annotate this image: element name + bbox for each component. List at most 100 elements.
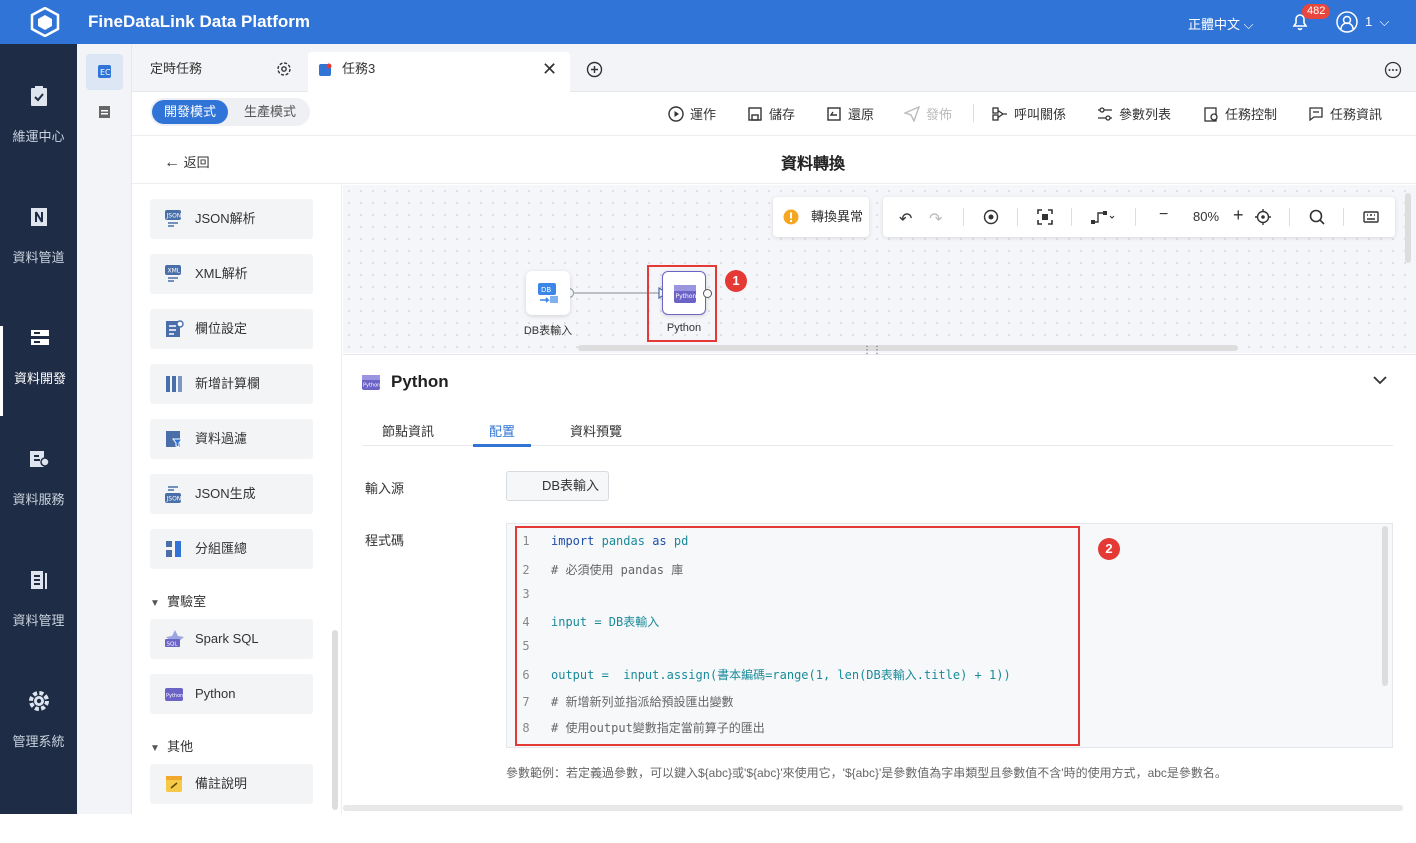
palette-group-other[interactable]: ▼ 其他	[150, 736, 193, 755]
param-list-button[interactable]: 參數列表	[1097, 104, 1171, 123]
nav-label: 管理系統	[12, 734, 65, 749]
active-tab-indicator	[473, 444, 531, 447]
palette-label: JSON生成	[195, 486, 256, 501]
task-info-button[interactable]: 任務資訊	[1308, 104, 1382, 123]
palette-item-spark-sql[interactable]: SQL Spark SQL	[150, 619, 313, 659]
tab-bar: 定時任務 任務3 ✕	[132, 44, 1416, 92]
control-label: 任務控制	[1225, 107, 1278, 122]
chevron-down-icon: ⌵	[1379, 14, 1390, 29]
palette-item-xml-parse[interactable]: XML XML解析	[150, 254, 313, 294]
nav-item-service[interactable]: 資料服務	[0, 447, 77, 537]
palette-label: 新增計算欄	[195, 376, 261, 391]
task-control-icon	[1204, 107, 1218, 122]
palette-item-group-summary[interactable]: 分組匯總	[150, 529, 313, 569]
editor-scrollbar[interactable]	[1382, 526, 1388, 686]
nav-item-pipeline[interactable]: 資料管道	[0, 205, 77, 295]
sub-sidebar: EC	[77, 44, 132, 814]
revert-icon	[827, 107, 841, 121]
svg-text:Python: Python	[363, 383, 380, 389]
revert-label: 還原	[848, 107, 875, 122]
palette-group-lab[interactable]: ▼ 實驗室	[150, 591, 206, 610]
tab-scheduled-task[interactable]: 定時任務	[132, 52, 304, 92]
language-label: 正體中文	[1188, 17, 1241, 32]
avatar-icon[interactable]	[1336, 11, 1358, 33]
left-nav: 維運中心 資料管道 資料開發 資料服務 資料管理 管理系統 »	[0, 44, 108, 842]
palette-label: Spark SQL	[195, 631, 259, 646]
call-label: 呼叫關係	[1014, 107, 1067, 122]
prod-mode-button[interactable]: 生產模式	[234, 100, 306, 124]
canvas-h-scrollbar[interactable]	[578, 345, 1238, 351]
api-icon	[29, 451, 50, 467]
server-icon	[31, 330, 49, 345]
svg-text:XML: XML	[168, 268, 181, 275]
run-label: 運作	[690, 107, 717, 122]
add-tab-icon[interactable]	[586, 61, 603, 78]
call-relation-button[interactable]: 呼叫關係	[992, 104, 1066, 123]
nav-item-manage-data[interactable]: 資料管理	[0, 568, 77, 658]
relation-icon	[992, 107, 1007, 121]
revert-button[interactable]: 還原	[826, 104, 874, 123]
more-icon[interactable]	[1384, 61, 1402, 79]
tab-data-preview[interactable]: 資料預覽	[570, 421, 622, 440]
settings-icon[interactable]	[276, 61, 292, 77]
palette-item-add-calc-column[interactable]: 新增計算欄	[150, 364, 313, 404]
task-list-icon-button[interactable]: EC	[86, 54, 123, 90]
info-label: 任務資訊	[1330, 107, 1383, 122]
task-control-button[interactable]: 任務控制	[1203, 104, 1277, 123]
gear-icon	[28, 691, 49, 711]
publish-button[interactable]: 發佈	[903, 104, 952, 123]
nav-item-ops[interactable]: 維運中心	[0, 84, 77, 174]
flow-canvas[interactable]: 轉換異常 ↶ ↷ − 80% + DB DB表輸入 Python Python …	[343, 185, 1416, 356]
config-panel: Python Python 節點資訊 配置 資料預覽 輸入源 DB表輸入 程式碼…	[343, 354, 1416, 814]
language-selector[interactable]: 正體中文 ⌵	[1188, 14, 1254, 33]
operator-palette: JSON JSON解析 XML XML解析 欄位設定 新增計算欄 資料過濾 JSON…	[132, 185, 342, 814]
highlight-box	[515, 526, 1080, 746]
panel-title: Python	[391, 372, 449, 391]
canvas-v-scrollbar[interactable]	[1405, 193, 1411, 263]
clipboard-icon[interactable]	[97, 104, 112, 119]
nav-item-dev[interactable]: 資料開發	[0, 326, 77, 416]
user-menu[interactable]: 1 ⌵	[1365, 14, 1389, 30]
save-label: 儲存	[769, 107, 796, 122]
input-source-label: 輸入源	[365, 481, 405, 496]
tab-config[interactable]: 配置	[489, 421, 515, 440]
chevron-down-icon[interactable]	[1373, 375, 1387, 385]
collapse-nav-button[interactable]: »	[98, 822, 108, 843]
tab-node-info[interactable]: 節點資訊	[382, 421, 434, 440]
dev-mode-button[interactable]: 開發模式	[152, 100, 228, 124]
palette-label: 分組匯總	[195, 541, 248, 556]
clipboard-check-icon	[30, 86, 47, 106]
palette-item-json-parse[interactable]: JSON JSON解析	[150, 199, 313, 239]
save-button[interactable]: 儲存	[747, 104, 795, 123]
run-button[interactable]: 運作	[668, 104, 716, 123]
tab-task3[interactable]: 任務3 ✕	[308, 52, 570, 92]
panel-h-scrollbar[interactable]	[343, 805, 1403, 811]
filter-icon	[166, 431, 183, 448]
palette-item-field-settings[interactable]: 欄位設定	[150, 309, 313, 349]
node-label: DB表輸入	[523, 325, 573, 337]
palette-label: 資料過濾	[195, 431, 248, 446]
palette-item-json-generate[interactable]: JSON JSON生成	[150, 474, 313, 514]
group-summary-icon	[166, 541, 181, 557]
palette-item-note[interactable]: 備註說明	[150, 764, 313, 804]
top-bar: FineDataLink Data Platform 正體中文 ⌵ 482 1 …	[0, 0, 1416, 44]
svg-text:SQL: SQL	[167, 642, 179, 648]
nav-label: 資料服務	[12, 492, 65, 507]
palette-label: Python	[195, 686, 236, 701]
pipeline-icon	[30, 208, 47, 226]
palette-item-python[interactable]: Python Python	[150, 674, 313, 714]
close-icon[interactable]: ✕	[542, 52, 557, 86]
json-parse-icon: JSON	[165, 210, 181, 227]
marker-2: 2	[1098, 538, 1120, 560]
tab-label: 定時任務	[150, 61, 203, 76]
nav-item-system[interactable]: 管理系統	[0, 689, 77, 779]
task-icon: EC	[98, 65, 111, 78]
node-db-input[interactable]: DB	[526, 271, 570, 315]
calc-column-icon	[166, 376, 182, 392]
bar-list-icon	[30, 571, 47, 589]
palette-scrollbar[interactable]	[332, 630, 338, 810]
input-source-value[interactable]: DB表輸入	[506, 471, 609, 501]
palette-item-data-filter[interactable]: 資料過濾	[150, 419, 313, 459]
json-generate-icon: JSON	[165, 486, 181, 503]
svg-text:EC: EC	[100, 68, 111, 77]
